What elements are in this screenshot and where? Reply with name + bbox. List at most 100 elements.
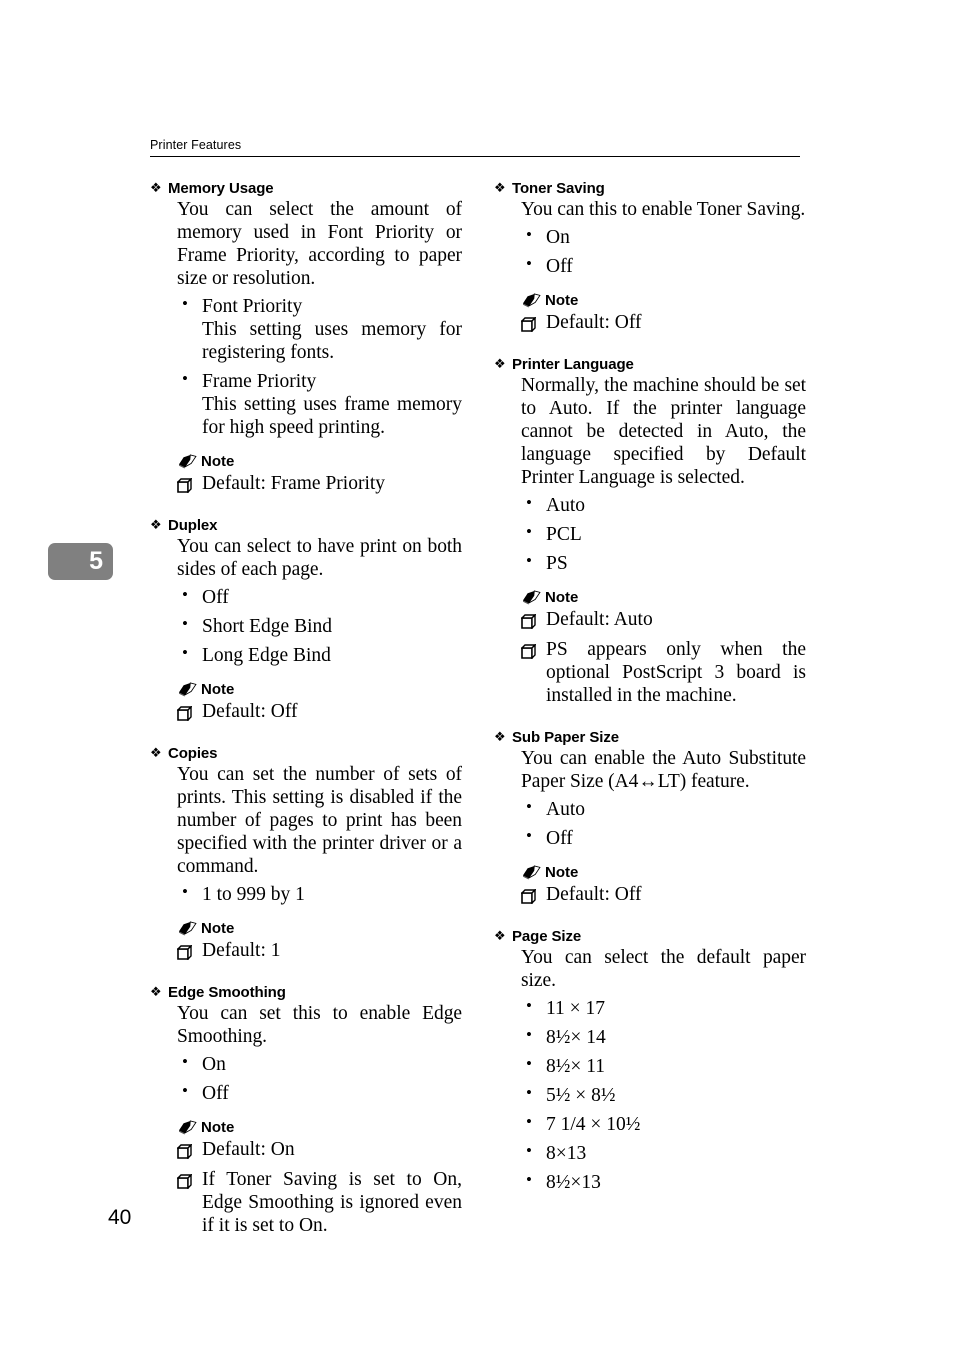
diamond-bullet-icon: ❖ [494, 356, 506, 371]
option-item: 11 × 17 [521, 996, 806, 1020]
option-list: On Off [494, 225, 806, 278]
note-block: Note Default: Off [494, 292, 806, 334]
note-label: Note [545, 292, 579, 309]
option-item: Off [521, 254, 806, 278]
option-item: Auto [521, 493, 806, 517]
option-item: 8½× 11 [521, 1054, 806, 1078]
note-item-list: Default: Off [494, 883, 806, 906]
note-label: Note [201, 453, 235, 470]
note-block: Note Default: On If Toner Saving is set to… [150, 1119, 462, 1237]
section-title: Sub Paper Size [512, 729, 619, 746]
option-item: PS [521, 551, 806, 575]
option-label: On [202, 1054, 226, 1075]
option-item: 8½×13 [521, 1170, 806, 1194]
section-title: Duplex [168, 517, 218, 534]
option-item: Frame PriorityThis setting uses frame me… [177, 369, 462, 439]
option-item: PCL [521, 522, 806, 546]
open-box-icon [520, 642, 537, 660]
section-copies: ❖ Copies You can set the number of sets of… [150, 745, 462, 962]
note-item-list: Default: Auto PS appears only when the op… [494, 608, 806, 707]
open-box-icon [520, 887, 537, 905]
option-label: 5½ × 8½ [546, 1085, 616, 1106]
note-block: Note Default: Off [494, 864, 806, 906]
page-body-columns: ❖ Memory Usage You can select the amount o… [150, 180, 806, 1244]
section-heading-sub-paper-size: ❖ Sub Paper Size [494, 729, 806, 746]
section-title: Page Size [512, 928, 582, 945]
option-list: Font PriorityThis setting uses memory fo… [150, 294, 462, 439]
note-item: If Toner Saving is set to On, Edge Smoot… [176, 1168, 462, 1237]
section-body-text: You can select the amount of memory used… [177, 199, 462, 289]
option-label: 8½×13 [546, 1172, 601, 1193]
option-label: Auto [546, 799, 585, 820]
pencil-icon [521, 293, 542, 308]
pencil-icon [521, 865, 542, 880]
option-item: Short Edge Bind [177, 614, 462, 638]
option-label: 1 to 999 by 1 [202, 884, 305, 905]
note-item: Default: Off [176, 700, 462, 723]
option-item: On [177, 1052, 462, 1076]
section-printer-language: ❖ Printer Language Normally, the machine s… [494, 356, 806, 707]
section-title: Printer Language [512, 356, 634, 373]
section-heading-memory-usage: ❖ Memory Usage [150, 180, 462, 197]
section-body-text: You can select to have print on both sid… [177, 536, 462, 580]
note-item: Default: 1 [176, 939, 462, 962]
note-item-text: If Toner Saving is set to On, Edge Smoot… [202, 1169, 462, 1236]
option-item: Off [177, 585, 462, 609]
option-detail: This setting uses frame memory for high … [202, 394, 462, 438]
pencil-icon [177, 921, 198, 936]
option-label: Auto [546, 495, 585, 516]
option-list: 11 × 17 8½× 14 8½× 11 5½ × 8½ 7 1/4 × 10½ 8×1… [494, 996, 806, 1194]
header-rule [150, 156, 800, 157]
note-heading: Note [177, 920, 462, 937]
option-label: 11 × 17 [546, 998, 606, 1019]
section-sub-paper-size: ❖ Sub Paper Size You can enable the Auto S… [494, 729, 806, 906]
note-block: Note Default: Off [150, 681, 462, 723]
note-heading: Note [177, 453, 462, 470]
note-item-text: Default: Auto [546, 609, 653, 630]
note-item-list: Default: Off [150, 700, 462, 723]
option-detail: This setting uses memory for registering… [202, 319, 462, 363]
option-label: Off [202, 1083, 229, 1104]
right-column: ❖ Toner Saving You can this to enable Tone… [494, 180, 806, 1244]
section-edge-smoothing: ❖ Edge Smoothing You can set this to enabl… [150, 984, 462, 1237]
note-heading: Note [521, 589, 806, 606]
section-title: Copies [168, 745, 218, 762]
option-list: Auto PCL PS [494, 493, 806, 575]
section-title: Edge Smoothing [168, 984, 286, 1001]
section-body-text: You can enable the Auto Substitute Paper… [521, 748, 806, 792]
chapter-tab-marker: 5 [48, 543, 113, 580]
section-title: Memory Usage [168, 180, 274, 197]
diamond-bullet-icon: ❖ [150, 984, 162, 999]
section-body-text: You can set the number of sets of prints… [177, 764, 462, 877]
option-label: 8½× 14 [546, 1027, 606, 1048]
note-heading: Note [177, 681, 462, 698]
option-list: On Off [150, 1052, 462, 1105]
option-item: Off [177, 1081, 462, 1105]
note-block: Note Default: Auto PS appears only when th… [494, 589, 806, 707]
option-item: 5½ × 8½ [521, 1083, 806, 1107]
section-heading-page-size: ❖ Page Size [494, 928, 806, 945]
section-body-text: You can select the default paper size. [521, 947, 806, 991]
note-item-text: Default: Off [546, 312, 642, 333]
option-item: Long Edge Bind [177, 643, 462, 667]
note-item: Default: Off [520, 311, 806, 334]
option-item: 8½× 14 [521, 1025, 806, 1049]
note-item: Default: Frame Priority [176, 472, 462, 495]
diamond-bullet-icon: ❖ [494, 729, 506, 744]
option-label: Frame Priority [202, 371, 317, 392]
open-box-icon [520, 612, 537, 630]
chapter-number: 5 [89, 547, 103, 575]
note-label: Note [545, 864, 579, 881]
note-item-text: Default: Off [202, 701, 298, 722]
option-label: Off [546, 256, 573, 277]
section-page-size: ❖ Page Size You can select the default pap… [494, 928, 806, 1194]
pencil-icon [177, 454, 198, 469]
option-label: PCL [546, 524, 582, 545]
note-label: Note [201, 1119, 235, 1136]
option-item: Auto [521, 797, 806, 821]
option-label: Short Edge Bind [202, 616, 332, 637]
note-item: Default: On [176, 1138, 462, 1161]
note-item-text: Default: 1 [202, 940, 281, 961]
section-heading-edge-smoothing: ❖ Edge Smoothing [150, 984, 462, 1001]
diamond-bullet-icon: ❖ [150, 180, 162, 195]
